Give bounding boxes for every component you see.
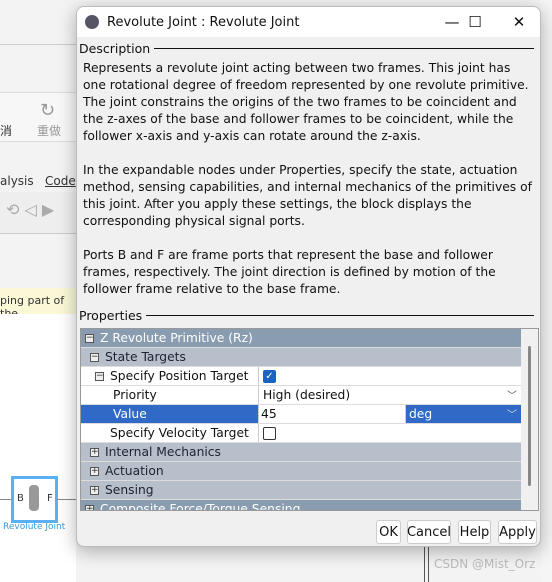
node-sensing[interactable]: + Sensing	[81, 481, 522, 500]
simulation-toolbar: ⟲ ◁ ▶	[0, 192, 76, 234]
port-b-label: B	[17, 493, 24, 504]
node-label: Sensing	[105, 483, 154, 497]
chevron-down-icon[interactable]: ﹀	[507, 406, 517, 421]
velocity-target-checkbox[interactable]	[263, 426, 276, 440]
collapse-icon[interactable]: −	[95, 371, 104, 381]
maximize-icon[interactable]: ☐	[455, 7, 495, 37]
node-z-revolute-primitive[interactable]: − Z Revolute Primitive (Rz)	[81, 329, 522, 348]
node-actuation[interactable]: + Actuation	[81, 462, 522, 481]
description-paragraph: In the expandable nodes under Properties…	[83, 163, 532, 228]
node-internal-mechanics[interactable]: + Internal Mechanics	[81, 443, 522, 462]
row-label: Specify Position Target	[110, 369, 249, 383]
chevron-down-icon[interactable]: ﹀	[507, 387, 517, 402]
vertical-scrollbar[interactable]	[521, 329, 538, 510]
row-specify-velocity-target: Specify Velocity Target	[81, 424, 522, 443]
title-bar: Revolute Joint : Revolute Joint — ☐ ✕	[77, 7, 540, 37]
menu-code[interactable]: Code	[45, 174, 76, 188]
scrollbar-thumb[interactable]	[528, 346, 531, 486]
revolute-joint-icon	[85, 15, 99, 29]
node-state-targets[interactable]: − State Targets	[81, 348, 522, 367]
right-divider	[424, 547, 429, 582]
row-label: Specify Velocity Target	[110, 426, 249, 440]
joint-icon	[29, 485, 39, 511]
properties-heading: Properties	[77, 308, 540, 323]
node-label: Composite Force/Torque Sensing	[100, 502, 301, 511]
expand-icon[interactable]: +	[90, 466, 99, 476]
block-parameters-dialog: Revolute Joint : Revolute Joint — ☐ ✕ De…	[76, 6, 541, 547]
unit-dropdown[interactable]: deg ﹀	[406, 405, 522, 423]
expand-icon[interactable]: +	[90, 447, 99, 457]
properties-heading-label: Properties	[79, 308, 143, 323]
node-composite-sensing[interactable]: + Composite Force/Torque Sensing	[81, 500, 522, 511]
node-label: Z Revolute Primitive (Rz)	[100, 331, 253, 345]
priority-dropdown[interactable]: High (desired) ﹀	[259, 386, 522, 404]
row-label: Value	[113, 407, 147, 421]
node-label: Internal Mechanics	[105, 445, 221, 459]
close-icon[interactable]: ✕	[499, 7, 539, 37]
collapse-icon[interactable]: −	[85, 333, 94, 343]
unit-value: deg	[409, 407, 433, 421]
watermark: CSDN @Mist_Orz	[434, 557, 536, 571]
position-target-checkbox[interactable]: ✓	[263, 369, 276, 383]
priority-value: High (desired)	[263, 388, 351, 402]
redo-icon[interactable]: ↻	[40, 100, 55, 121]
help-button[interactable]: Help	[458, 520, 491, 544]
block-label[interactable]: Revolute Joint	[3, 522, 65, 532]
cancel-button[interactable]: Cancel	[407, 520, 451, 544]
apply-button[interactable]: Apply	[498, 520, 537, 544]
node-label: Actuation	[105, 464, 164, 478]
row-value: Value 45 deg ﹀	[81, 405, 522, 424]
dialog-title: Revolute Joint : Revolute Joint	[107, 14, 300, 30]
undo-label[interactable]: 消	[0, 122, 12, 139]
port-f-label: F	[47, 493, 53, 504]
row-specify-position-target: − Specify Position Target ✓	[81, 367, 522, 386]
description-heading-label: Description	[79, 41, 151, 56]
ok-button[interactable]: OK	[376, 520, 401, 544]
description-paragraph: Represents a revolute joint acting betwe…	[83, 61, 529, 143]
redo-label[interactable]: 重做	[37, 122, 61, 139]
description-heading: Description	[77, 41, 540, 56]
revolute-joint-block[interactable]: B F	[11, 476, 58, 523]
background-toolbar	[0, 44, 76, 45]
canvas	[0, 314, 76, 582]
expand-icon[interactable]: +	[90, 485, 99, 495]
collapse-icon[interactable]: −	[90, 352, 99, 362]
row-priority: Priority High (desired) ﹀	[81, 386, 522, 405]
value-input[interactable]: 45	[259, 405, 406, 423]
row-label: Priority	[113, 388, 157, 402]
description-paragraph: Ports B and F are frame ports that repre…	[83, 248, 496, 296]
menu-analysis[interactable]: alysis	[0, 174, 34, 188]
hint-bar: ping part of the	[0, 288, 76, 320]
properties-tree: − Z Revolute Primitive (Rz) − State Target…	[80, 328, 539, 511]
node-label: State Targets	[105, 350, 186, 364]
description-text: Represents a revolute joint acting betwe…	[77, 56, 540, 298]
expand-icon[interactable]: +	[85, 504, 94, 510]
right-edge-panel	[541, 0, 552, 582]
